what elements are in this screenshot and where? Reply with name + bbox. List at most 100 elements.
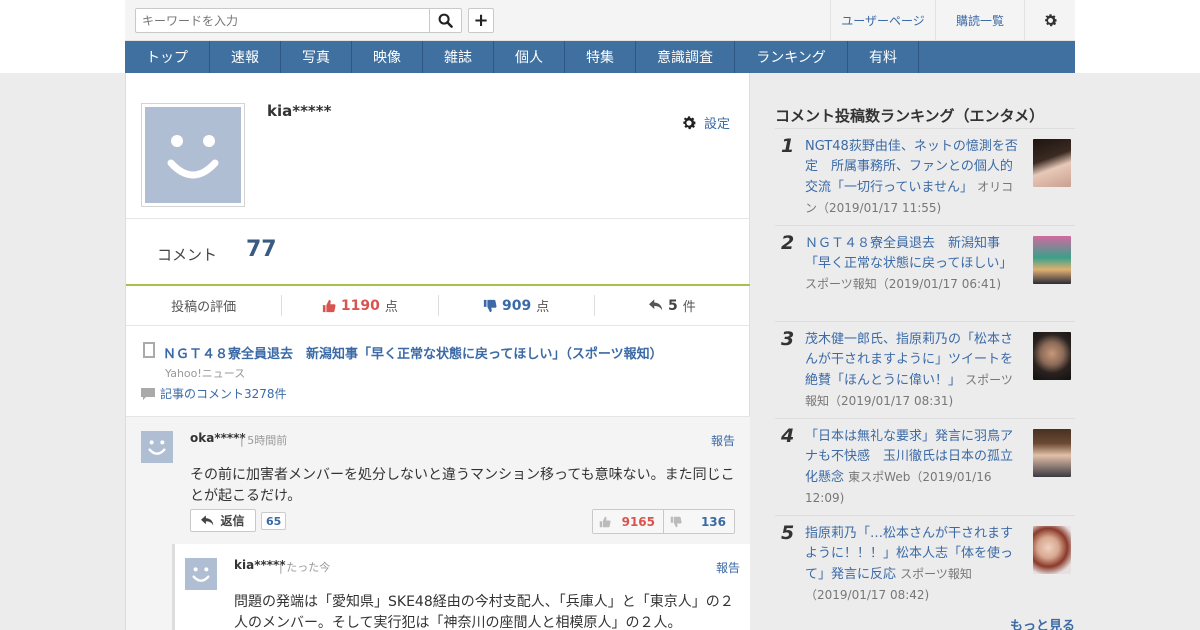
ranking-item[interactable]: 4 「日本は無礼な要求」発言に羽鳥アナも不快感 玉川徹氏は日本の孤立化懸念 東ス…	[775, 418, 1075, 515]
bad-rating-value: 909	[502, 297, 532, 314]
thumbs-up-icon	[322, 299, 336, 312]
comment-good-button[interactable]: 9165	[593, 510, 664, 533]
reply-stats-cell: 5件	[595, 295, 750, 316]
ranking-sidebar: コメント投稿数ランキング（エンタメ） 1 NGT48荻野由佳、ネットの憶測を否定…	[775, 73, 1075, 630]
nav-item-features[interactable]: 特集	[565, 41, 636, 73]
comment-count-label: コメント	[157, 246, 218, 264]
ranking-text: NGT48荻野由佳、ネットの憶測を否定 所属事務所、ファンとの個人的交流「一切行…	[805, 137, 1019, 219]
gear-icon	[1044, 13, 1057, 26]
settings-label: 設定	[703, 117, 730, 132]
more-link[interactable]: もっと見る	[1010, 615, 1075, 630]
reply-item: kia***** | たった今 報告 問題の発端は「愛知県」SKE48経由の今村…	[172, 544, 750, 630]
search-button[interactable]	[429, 9, 461, 32]
article-comments-label: 記事のコメント3278件	[160, 387, 287, 401]
smiley-face-icon	[167, 135, 219, 179]
comment-count-value: 77	[246, 237, 277, 262]
comment-count-row: コメント 77	[126, 219, 750, 286]
rating-row: 投稿の評価 1190 点 909 点 5件	[126, 286, 750, 326]
ranking-thumbnail[interactable]	[1033, 429, 1071, 477]
reply-button-label: 返信	[220, 514, 245, 528]
good-rating-value: 1190	[340, 297, 380, 314]
article-title-link[interactable]: ＮＧＴ４８寮全員退去 新潟知事「早く正常な状態に戻ってほしい」（スポーツ報知）	[163, 343, 663, 362]
ranking-number: 4	[781, 425, 795, 447]
reply-stats-unit: 件	[682, 300, 696, 315]
header-bar: + ユーザーページ 購読一覧	[125, 0, 1075, 41]
comment-good-count: 9165	[621, 514, 655, 529]
ranking-number: 3	[781, 328, 795, 350]
thumbs-down-icon	[670, 516, 682, 527]
document-icon	[143, 342, 155, 358]
avatar-placeholder	[145, 107, 241, 203]
reply-avatar	[185, 558, 217, 590]
smiley-face-icon	[192, 567, 210, 582]
ranking-list: 1 NGT48荻野由佳、ネットの憶測を否定 所属事務所、ファンとの個人的交流「一…	[775, 128, 1075, 611]
reply-button[interactable]: 返信	[190, 509, 256, 532]
thumbs-down-icon	[483, 299, 497, 312]
nav-item-individual[interactable]: 個人	[494, 41, 565, 73]
nav-item-top[interactable]: トップ	[125, 41, 210, 73]
ranking-item[interactable]: 1 NGT48荻野由佳、ネットの憶測を否定 所属事務所、ファンとの個人的交流「一…	[775, 128, 1075, 225]
bad-rating-cell: 909 点	[439, 295, 595, 316]
search-input[interactable]	[136, 9, 430, 32]
reply-count-badge[interactable]: 65	[261, 512, 287, 530]
ranking-text: ＮＧＴ４８寮全員退去 新潟知事「早く正常な状態に戻ってほしい」 スポーツ報知（2…	[805, 234, 1019, 295]
rating-label-cell: 投稿の評価	[126, 295, 283, 316]
ranking-headline[interactable]: ＮＧＴ４８寮全員退去 新潟知事「早く正常な状態に戻ってほしい」	[805, 236, 1012, 271]
nav-item-breaking[interactable]: 速報	[210, 41, 281, 73]
nav-item-photos[interactable]: 写真	[281, 41, 352, 73]
bad-rating-unit: 点	[536, 300, 550, 315]
main-nav: トップ 速報 写真 映像 雑誌 個人 特集 意識調査 ランキング 有料	[125, 41, 1075, 73]
nav-item-paid[interactable]: 有料	[848, 41, 919, 73]
search-icon	[438, 13, 453, 28]
ranking-title: コメント投稿数ランキング（エンタメ）	[775, 107, 1045, 125]
profile-avatar	[141, 103, 245, 207]
ranking-item[interactable]: 3 茂木健一郎氏、指原莉乃の「松本さんが干されますように」ツイートを絶賛「ほんと…	[775, 321, 1075, 418]
reply-body: 問題の発端は「愛知県」SKE48経由の今村支配人、「兵庫人」と「東京人」の２人の…	[234, 594, 734, 630]
subscriptions-link[interactable]: 購読一覧	[935, 0, 1024, 40]
nav-item-ranking[interactable]: ランキング	[735, 41, 848, 73]
article-comments-link[interactable]: 記事のコメント3278件	[141, 385, 287, 402]
reply-arrow-icon	[201, 514, 214, 525]
nav-item-magazine[interactable]: 雑誌	[423, 41, 494, 73]
reply-report-link[interactable]: 報告	[716, 559, 740, 576]
gear-icon	[683, 115, 697, 129]
comment-time-label: 5時間前	[247, 434, 288, 447]
reply-time-label: たった今	[286, 561, 331, 574]
ranking-text: 茂木健一郎氏、指原莉乃の「松本さんが干されますように」ツイートを絶賛「ほんとうに…	[805, 330, 1019, 412]
settings-gear-button[interactable]	[1024, 0, 1075, 40]
profile-settings-link[interactable]: 設定	[680, 113, 730, 132]
ranking-thumbnail[interactable]	[1033, 139, 1071, 187]
ranking-text: 指原莉乃「…松本さんが干されますように！！！」松本人志「体を使って」発言に反応 …	[805, 524, 1019, 606]
ranking-thumbnail[interactable]	[1033, 332, 1071, 380]
comment-bad-count: 136	[700, 514, 726, 529]
comment-time: | 5時間前	[240, 432, 287, 448]
comment-bad-button[interactable]: 136	[664, 510, 734, 533]
comment-avatar	[141, 431, 173, 463]
nav-item-survey[interactable]: 意識調査	[636, 41, 735, 73]
ranking-number: 1	[781, 135, 795, 157]
ranking-number: 2	[781, 232, 795, 254]
comment-username[interactable]: oka*****	[190, 431, 246, 445]
rating-label: 投稿の評価	[171, 300, 237, 315]
main-content: kia***** 設定 コメント 77 投稿の評価 1190 点 909 点 5件 …	[125, 73, 750, 630]
nav-item-video[interactable]: 映像	[352, 41, 423, 73]
reply-time: | たった今	[279, 559, 330, 575]
comment-report-link[interactable]: 報告	[711, 432, 735, 449]
ranking-item[interactable]: 2 ＮＧＴ４８寮全員退去 新潟知事「早く正常な状態に戻ってほしい」 スポーツ報知…	[775, 225, 1075, 321]
speech-bubble-icon	[141, 387, 155, 400]
vote-box: 9165 136	[592, 509, 735, 534]
user-page-link[interactable]: ユーザーページ	[830, 0, 935, 40]
add-button[interactable]: +	[468, 8, 494, 33]
article-section: ＮＧＴ４８寮全員退去 新潟知事「早く正常な状態に戻ってほしい」（スポーツ報知） …	[126, 326, 750, 417]
comment-body: その前に加害者メンバーを処分しないと違うマンション移っても意味ない。また同じこと…	[190, 467, 735, 504]
comment-item: oka***** | 5時間前 報告 その前に加害者メンバーを処分しないと違うマ…	[126, 417, 750, 630]
ranking-thumbnail[interactable]	[1033, 236, 1071, 284]
profile-username: kia*****	[267, 102, 332, 120]
search-box	[135, 8, 462, 33]
reply-username[interactable]: kia*****	[234, 558, 286, 572]
profile-section: kia***** 設定	[126, 73, 750, 219]
ranking-number: 5	[781, 522, 795, 544]
ranking-thumbnail[interactable]	[1033, 526, 1071, 574]
ranking-item[interactable]: 5 指原莉乃「…松本さんが干されますように！！！」松本人志「体を使って」発言に反…	[775, 515, 1075, 611]
good-rating-unit: 点	[384, 300, 398, 315]
